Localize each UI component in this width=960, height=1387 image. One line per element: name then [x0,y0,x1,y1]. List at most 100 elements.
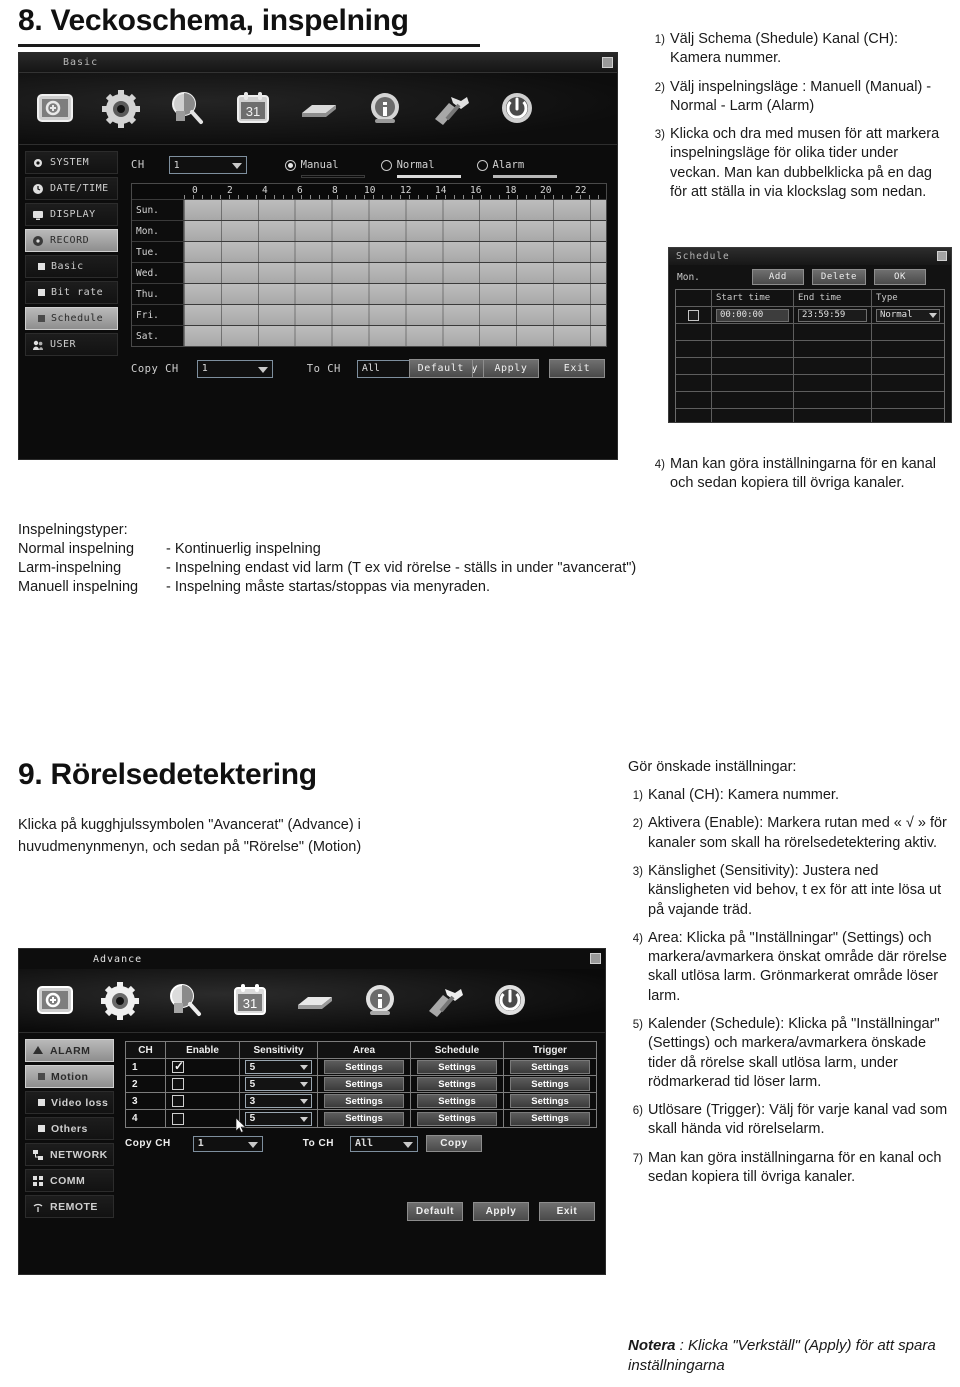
main-toolbar[interactable]: 31 [19,73,617,145]
default-button[interactable]: Default [406,1202,463,1221]
apply-button[interactable]: Apply [473,1202,529,1221]
sidebar-item-system[interactable]: SYSTEM [25,151,118,174]
mode-radio-alarm[interactable]: Alarm [476,159,557,178]
gear-icon[interactable] [98,979,142,1023]
sidebar-item-video-loss[interactable]: Video loss [25,1091,114,1114]
gear-icon[interactable] [99,87,143,131]
sidebar-item-others[interactable]: Others [25,1117,114,1140]
area-settings-button[interactable]: Settings [324,1077,404,1091]
area-settings-button[interactable]: Settings [324,1111,404,1126]
day-timeline[interactable] [184,221,606,241]
add-button[interactable]: Add [751,269,804,285]
day-timeline[interactable] [184,242,606,262]
sidebar-item-comm[interactable]: COMM [25,1169,114,1192]
table-row[interactable]: 4 5 Settings Settings Settings [126,1110,596,1127]
table-row-empty[interactable] [676,409,944,422]
table-row[interactable]: 3 3 Settings Settings Settings [126,1093,596,1110]
info-icon[interactable] [363,87,407,131]
sensitivity-select[interactable]: 5 [244,1060,313,1074]
end-time-value[interactable]: 23:59:59 [798,308,867,322]
power-icon[interactable] [495,87,539,131]
tools-icon[interactable] [423,979,467,1023]
day-timeline[interactable] [184,305,606,325]
basic-setup-icon[interactable] [33,979,77,1023]
exit-button[interactable]: Exit [549,359,605,378]
close-icon[interactable] [590,953,601,964]
close-icon[interactable] [937,251,947,261]
sidebar-item-display[interactable]: DISPLAY [25,203,118,226]
hdd-icon[interactable] [293,979,337,1023]
schedule-popup-dialog[interactable]: Schedule Mon. Add Delete OK Start time E… [668,247,952,423]
mode-radio-manual[interactable]: Manual [284,159,365,178]
grid-row-wed[interactable]: Wed. [132,262,606,283]
area-settings-button[interactable]: Settings [324,1060,404,1074]
power-icon[interactable] [488,979,532,1023]
motion-dvr-window[interactable]: Advance 31 ALARM Motion Video loss Other… [18,948,606,1275]
apply-button[interactable]: Apply [483,359,539,378]
day-timeline[interactable] [184,284,606,304]
sensitivity-select[interactable]: 5 [244,1111,313,1126]
table-row[interactable]: 1 5 Settings Settings Settings [126,1059,596,1076]
grid-row-sat[interactable]: Sat. [132,325,606,346]
sidebar-item-record[interactable]: RECORD [25,229,118,252]
enable-checkbox[interactable] [172,1095,184,1107]
table-row-empty[interactable] [676,375,944,392]
to-ch-select[interactable]: All [349,1135,418,1152]
delete-button[interactable]: Delete [811,269,867,285]
grid-row-mon[interactable]: Mon. [132,220,606,241]
table-row-empty[interactable] [676,392,944,409]
calendar-icon[interactable]: 31 [228,979,272,1023]
day-timeline[interactable] [184,200,606,220]
info-icon[interactable] [358,979,402,1023]
enable-checkbox[interactable] [172,1112,184,1125]
schedule-settings-button[interactable]: Settings [417,1094,497,1108]
sidebar-item-network[interactable]: NETWORK [25,1143,114,1166]
mode-radio-normal[interactable]: Normal [380,159,461,178]
search-icon[interactable] [165,87,209,131]
schedule-settings-button[interactable]: Settings [417,1111,497,1126]
sidebar-item-datetime[interactable]: DATE/TIME [25,177,118,200]
weekly-schedule-grid[interactable]: 0 2 4 6 8 10 12 14 16 18 20 22 Sun. Mon.… [131,183,607,347]
schedule-settings-button[interactable]: Settings [417,1077,497,1091]
table-row-empty[interactable] [676,324,944,341]
grid-row-thu[interactable]: Thu. [132,283,606,304]
row-checkbox[interactable] [688,309,699,321]
close-icon[interactable] [602,57,613,68]
sidebar-item-schedule[interactable]: Schedule [25,307,118,330]
day-timeline[interactable] [184,326,606,346]
sidebar-item-motion[interactable]: Motion [25,1065,114,1088]
trigger-settings-button[interactable]: Settings [510,1111,590,1126]
schedule-dvr-window[interactable]: Basic 31 SYSTEM DATE/TIME DISPLAY RECORD… [18,52,618,460]
trigger-settings-button[interactable]: Settings [510,1077,590,1091]
enable-checkbox[interactable] [172,1078,184,1090]
hdd-icon[interactable] [297,87,341,131]
day-timeline[interactable] [184,263,606,283]
sidebar-item-user[interactable]: USER [25,333,118,356]
table-row[interactable]: 2 5 Settings Settings Settings [126,1076,596,1093]
sidebar-schedule[interactable]: SYSTEM DATE/TIME DISPLAY RECORD Basic Bi… [19,145,123,384]
table-row-empty[interactable] [676,341,944,358]
sidebar-motion[interactable]: ALARM Motion Video loss Others NETWORK C… [19,1033,119,1227]
enable-checkbox[interactable] [172,1059,184,1073]
copy-button[interactable]: Copy [425,1135,482,1152]
sensitivity-select[interactable]: 3 [244,1094,313,1108]
main-toolbar[interactable]: 31 [19,969,605,1033]
trigger-settings-button[interactable]: Settings [510,1094,590,1108]
table-row-empty[interactable] [676,358,944,375]
sidebar-item-alarm[interactable]: ALARM [25,1039,114,1062]
area-settings-button[interactable]: Settings [324,1094,404,1108]
exit-button[interactable]: Exit [539,1202,595,1221]
default-button[interactable]: Default [408,359,473,378]
grid-row-sun[interactable]: Sun. [132,199,606,220]
sensitivity-select[interactable]: 5 [244,1077,313,1091]
copy-ch-select[interactable]: 1 [196,359,273,378]
search-icon[interactable] [163,979,207,1023]
copy-ch-select[interactable]: 1 [192,1135,263,1152]
table-row[interactable]: 00:00:00 23:59:59 Normal [676,307,944,324]
grid-row-tue[interactable]: Tue. [132,241,606,262]
grid-row-fri[interactable]: Fri. [132,304,606,325]
tools-icon[interactable] [429,87,473,131]
motion-settings-table[interactable]: CH Enable Sensitivity Area Schedule Trig… [125,1041,597,1128]
basic-setup-icon[interactable] [33,87,77,131]
sidebar-item-basic[interactable]: Basic [25,255,118,278]
